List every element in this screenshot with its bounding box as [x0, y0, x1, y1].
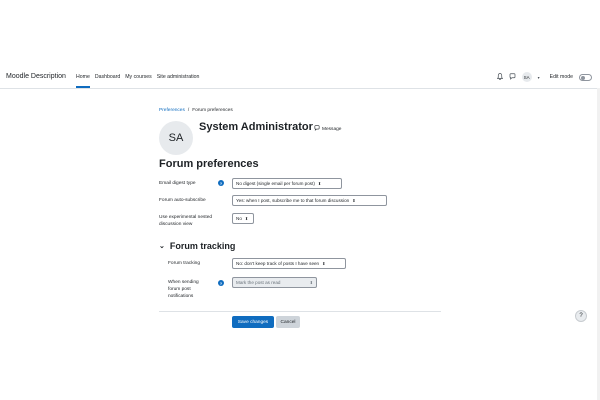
nested-view-value: No: [236, 216, 242, 221]
question-icon[interactable]: ?: [218, 180, 224, 186]
user-tools: SA ▾ Edit mode: [496, 66, 592, 88]
chevron-down-icon: ⌄: [159, 243, 165, 250]
cancel-button[interactable]: Cancel: [276, 316, 300, 328]
nav-site-administration[interactable]: Site administration: [157, 66, 200, 88]
mark-read-label: When sending forum post notifications: [168, 280, 199, 299]
profile-avatar: SA: [159, 121, 193, 155]
breadcrumb: Preferences / Forum preferences: [159, 108, 441, 113]
message-icon: [314, 125, 320, 133]
nav-my-courses[interactable]: My courses: [125, 66, 152, 88]
forum-tracking-section-toggle[interactable]: ⌄ Forum tracking: [159, 241, 235, 251]
bell-icon[interactable]: [496, 72, 503, 82]
forum-tracking-section-title: Forum tracking: [169, 241, 236, 251]
nav-home[interactable]: Home: [76, 66, 90, 88]
select-arrow-icon: ⬍: [244, 216, 249, 221]
select-arrow-icon: ⬍: [309, 280, 313, 285]
chevron-down-icon[interactable]: ▾: [538, 75, 540, 80]
nested-view-row: Use experimental nested discussion view …: [159, 213, 441, 229]
mark-read-row: When sending forum post notifications ? …: [159, 277, 441, 302]
select-arrow-icon: ⬍: [352, 198, 356, 203]
auto-subscribe-label: Forum auto-subscribe: [159, 198, 206, 203]
auto-subscribe-row: Forum auto-subscribe Yes: when I post, s…: [159, 195, 441, 206]
user-profile-header: SA System Administrator Message: [159, 120, 441, 160]
email-digest-select[interactable]: No digest (single email per forum post) …: [232, 178, 342, 189]
forum-tracking-row: Forum tracking No: don't keep track of p…: [159, 258, 441, 269]
breadcrumb-preferences-link[interactable]: Preferences: [159, 108, 185, 113]
email-digest-value: No digest (single email per forum post): [236, 181, 315, 186]
question-icon[interactable]: ?: [218, 280, 224, 286]
main-content: Preferences / Forum preferences SA Syste…: [159, 108, 441, 328]
page-title: Forum preferences: [159, 158, 259, 170]
forum-tracking-value: No: don't keep track of posts I have see…: [236, 261, 320, 266]
forum-tracking-label: Forum tracking: [168, 261, 200, 266]
auto-subscribe-select[interactable]: Yes: when I post, subscribe me to that f…: [232, 195, 387, 206]
user-avatar[interactable]: SA: [521, 72, 532, 82]
forum-tracking-select[interactable]: No: don't keep track of posts I have see…: [232, 258, 346, 269]
nested-view-label: Use experimental nested discussion view: [159, 215, 213, 227]
profile-name: System Administrator: [199, 121, 313, 133]
nav-dashboard[interactable]: Dashboard: [95, 66, 120, 88]
edit-mode-label: Edit mode: [549, 74, 573, 80]
auto-subscribe-value: Yes: when I post, subscribe me to that f…: [236, 198, 350, 203]
form-divider: [159, 311, 441, 312]
mark-read-value: Mark the post as read: [236, 280, 281, 285]
site-brand[interactable]: Moodle Description: [6, 73, 66, 80]
email-digest-row: Email digest type ? No digest (single em…: [159, 178, 441, 189]
breadcrumb-current: Forum preferences: [192, 108, 233, 113]
primary-navigation: Home Dashboard My courses Site administr…: [76, 66, 199, 88]
edit-mode-toggle[interactable]: [579, 73, 592, 81]
chat-icon[interactable]: [509, 72, 516, 82]
nested-view-select[interactable]: No ⬍: [232, 213, 254, 224]
select-arrow-icon: ⬍: [322, 261, 326, 266]
page: Moodle Description Home Dashboard My cou…: [0, 0, 600, 400]
save-changes-button[interactable]: Save changes: [232, 316, 274, 328]
email-digest-label: Email digest type: [159, 181, 196, 186]
breadcrumb-separator: /: [187, 108, 190, 113]
message-label: Message: [322, 126, 342, 132]
top-navbar: Moodle Description Home Dashboard My cou…: [0, 66, 600, 89]
help-icon[interactable]: ?: [575, 310, 587, 322]
message-button[interactable]: Message: [314, 125, 341, 133]
select-arrow-icon: ⬍: [317, 181, 322, 186]
mark-read-select[interactable]: Mark the post as read ⬍: [232, 277, 317, 288]
